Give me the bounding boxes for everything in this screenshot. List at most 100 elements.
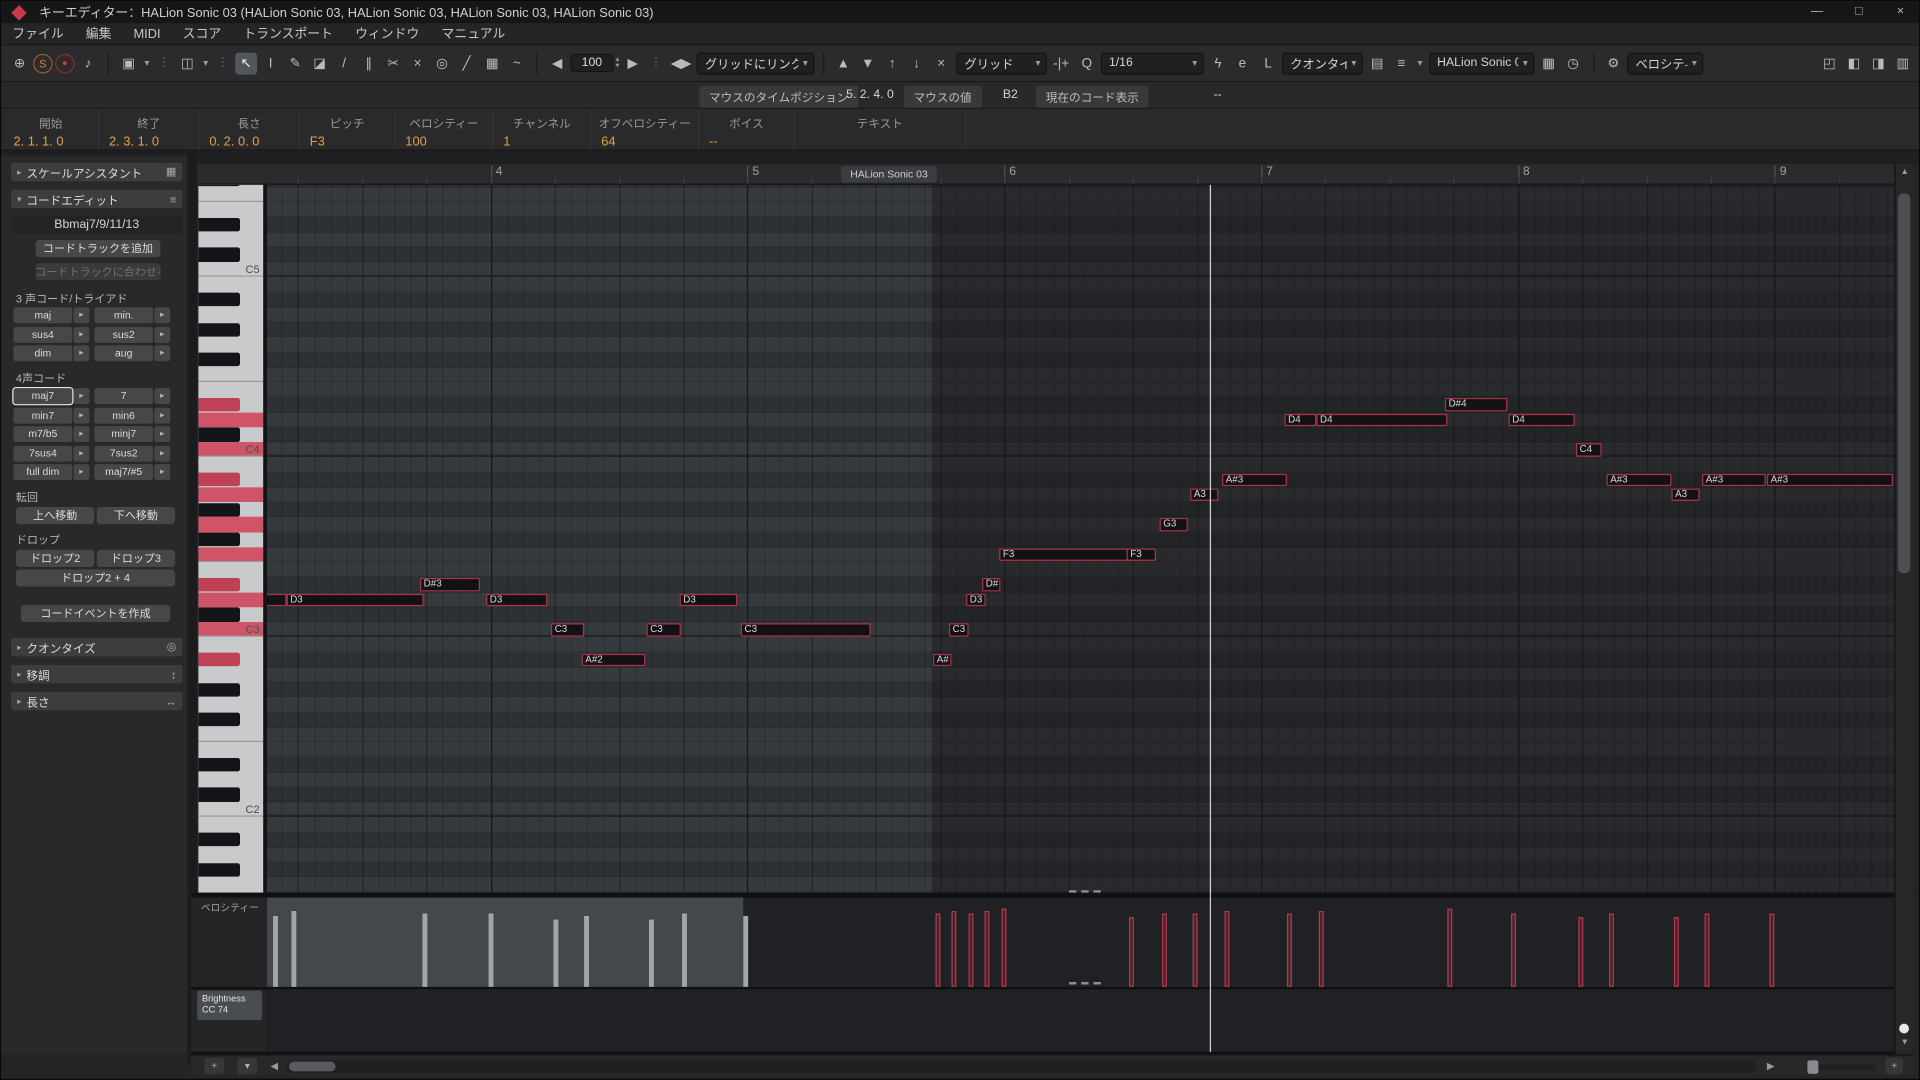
piano-key[interactable] bbox=[198, 397, 263, 412]
piano-key[interactable] bbox=[198, 862, 263, 877]
piano-key[interactable] bbox=[198, 292, 263, 307]
cc-lane-selector[interactable]: Brightness CC 74 bbox=[197, 991, 262, 1020]
chord-arrow-button[interactable]: ▸ bbox=[154, 388, 170, 404]
move-down-icon[interactable]: ▼ bbox=[857, 52, 879, 74]
piano-key[interactable] bbox=[198, 277, 263, 292]
piano-key[interactable] bbox=[198, 877, 263, 892]
midi-note[interactable]: C3 bbox=[551, 623, 584, 636]
iterative-quantize-icon[interactable]: ϟ bbox=[1207, 52, 1229, 74]
piano-key[interactable] bbox=[198, 847, 263, 862]
midi-note[interactable]: A3 bbox=[1671, 488, 1699, 501]
midi-note[interactable]: A3 bbox=[1190, 488, 1218, 501]
chord-button[interactable]: min. bbox=[94, 307, 153, 323]
velocity-bar[interactable] bbox=[422, 913, 427, 986]
velocity-bar[interactable] bbox=[489, 913, 494, 986]
lane-resize-handle[interactable] bbox=[1069, 890, 1101, 892]
horizontal-scroll-thumb[interactable] bbox=[289, 1062, 336, 1072]
piano-key[interactable] bbox=[198, 367, 263, 382]
scroll-left-icon[interactable]: ◀ bbox=[267, 1058, 282, 1074]
piano-key[interactable] bbox=[198, 547, 263, 562]
nudge-left-button[interactable]: ◀ bbox=[546, 52, 568, 74]
chord-button[interactable]: sus2 bbox=[94, 326, 153, 342]
info-value[interactable]: 100 bbox=[396, 135, 493, 150]
velocity-bar[interactable] bbox=[682, 913, 687, 986]
velocity-bar[interactable] bbox=[1769, 913, 1774, 986]
velocity-bar[interactable] bbox=[936, 913, 941, 986]
transpose-up-icon[interactable]: ↑ bbox=[881, 52, 903, 74]
piano-key[interactable] bbox=[198, 307, 263, 322]
midi-note[interactable]: D3 bbox=[287, 593, 424, 606]
velocity-bar[interactable] bbox=[1002, 909, 1007, 987]
velocity-bar[interactable] bbox=[291, 911, 296, 987]
velocity-bar[interactable] bbox=[1193, 913, 1198, 986]
chord-button[interactable]: min7 bbox=[13, 407, 72, 423]
delete-overlaps-icon[interactable]: × bbox=[930, 52, 952, 74]
maximize-button[interactable]: □ bbox=[1838, 1, 1880, 23]
lanes-caret[interactable]: ▾ bbox=[1415, 52, 1425, 74]
piano-key[interactable] bbox=[198, 352, 263, 367]
piano-key[interactable] bbox=[198, 742, 263, 757]
lane-menu-button[interactable]: ▾ bbox=[238, 1058, 258, 1074]
chord-arrow-button[interactable]: ▸ bbox=[154, 326, 170, 342]
piano-key[interactable] bbox=[198, 592, 263, 607]
move-down-button[interactable]: 下へ移動 bbox=[97, 507, 175, 524]
vertical-scroll-thumb[interactable] bbox=[1898, 193, 1910, 573]
tool-draw[interactable]: ✎ bbox=[284, 52, 306, 74]
midi-note[interactable]: D4 bbox=[1509, 413, 1575, 426]
piano-key[interactable] bbox=[198, 652, 263, 667]
scroll-right-icon[interactable]: ▶ bbox=[1763, 1058, 1778, 1074]
velocity-bar[interactable] bbox=[649, 920, 654, 987]
velocity-bar[interactable] bbox=[1674, 917, 1679, 987]
midi-note[interactable]: D#3 bbox=[420, 578, 480, 591]
chord-button[interactable]: 7sus4 bbox=[13, 445, 72, 461]
tool-line[interactable]: ╱ bbox=[456, 52, 478, 74]
piano-key[interactable] bbox=[198, 532, 263, 547]
piano-key[interactable]: C2 bbox=[198, 802, 263, 817]
tool-mute[interactable]: × bbox=[407, 52, 429, 74]
note-grid[interactable]: D3D3D#3D3C3A#2C3D3C3A#C3D3D#F3F3G3A3A#3D… bbox=[267, 185, 1894, 893]
piano-key[interactable] bbox=[198, 457, 263, 472]
tool-glue[interactable]: ∥ bbox=[358, 52, 380, 74]
piano-key[interactable]: C3 bbox=[198, 622, 263, 637]
piano-key[interactable] bbox=[198, 772, 263, 787]
quantize-panel-header[interactable]: ▸ クオンタイズ ◎ bbox=[11, 638, 182, 656]
chord-arrow-button[interactable]: ▸ bbox=[73, 307, 89, 323]
piano-key[interactable] bbox=[198, 727, 263, 742]
chord-arrow-button[interactable]: ▸ bbox=[73, 326, 89, 342]
velocity-bar[interactable] bbox=[1162, 913, 1167, 986]
cc74-lane[interactable] bbox=[267, 989, 1894, 1051]
length-quantize-select[interactable]: クオンタイズ▾ bbox=[1282, 52, 1363, 74]
midi-note[interactable]: A#3 bbox=[1767, 473, 1893, 486]
chord-arrow-button[interactable]: ▸ bbox=[73, 464, 89, 480]
velocity-bar[interactable] bbox=[743, 916, 748, 987]
midi-note[interactable]: F3 bbox=[999, 548, 1134, 561]
grid-link-icon[interactable]: ◀▶ bbox=[668, 52, 694, 74]
midi-note[interactable]: D3 bbox=[966, 593, 986, 606]
drop2-button[interactable]: ドロップ2 bbox=[16, 550, 94, 567]
add-chord-track-button[interactable]: コードトラックを追加 bbox=[36, 240, 161, 257]
tool-erase[interactable]: ◪ bbox=[309, 52, 331, 74]
velocity-bar[interactable] bbox=[1129, 917, 1134, 987]
midi-note[interactable]: A#2 bbox=[582, 653, 646, 666]
piano-key[interactable] bbox=[198, 472, 263, 487]
piano-key[interactable]: C5 bbox=[198, 262, 263, 277]
solo-editor-button[interactable]: S bbox=[33, 53, 53, 73]
velocity-bar[interactable] bbox=[553, 920, 558, 987]
piano-key[interactable] bbox=[198, 202, 263, 217]
midi-note[interactable]: D4 bbox=[1316, 413, 1447, 426]
midi-note[interactable]: A#3 bbox=[1607, 473, 1672, 486]
grid-relative-icon[interactable]: -|+ bbox=[1050, 52, 1072, 74]
chord-arrow-button[interactable]: ▸ bbox=[73, 388, 89, 404]
nudge-amount[interactable]: 100 bbox=[571, 54, 613, 72]
info-value[interactable]: 0. 2. 0. 0 bbox=[200, 135, 299, 150]
chord-button[interactable]: 7 bbox=[94, 388, 153, 404]
chord-edit-panel-header[interactable]: ▾ コードエディット ≡ bbox=[11, 190, 182, 208]
chord-arrow-button[interactable]: ▸ bbox=[154, 407, 170, 423]
midi-note[interactable]: A#3 bbox=[1702, 473, 1766, 486]
tool-range[interactable]: I bbox=[260, 52, 282, 74]
edited-part-select[interactable]: HALion Sonic 03▾ bbox=[1429, 52, 1534, 74]
ruler[interactable]: 456789 bbox=[267, 164, 1894, 185]
piano-key[interactable] bbox=[198, 487, 263, 502]
record-midi-button[interactable]: ● bbox=[55, 53, 75, 73]
horizontal-zoom-slider[interactable] bbox=[1805, 1064, 1876, 1070]
